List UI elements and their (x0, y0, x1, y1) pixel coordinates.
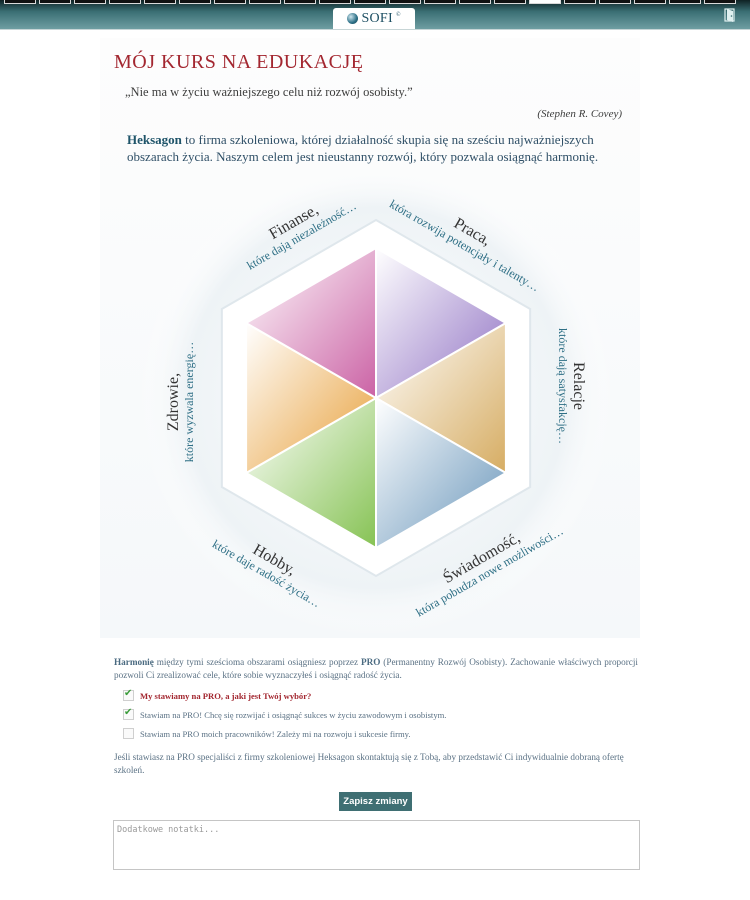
tab-slot[interactable] (4, 0, 36, 4)
contact-text: Jeśli stawiasz na PRO specjaliści z firm… (114, 752, 624, 775)
hexagon-graphic: Finanse, które dają niezależność… Praca, kt… (100, 176, 640, 638)
option-label-2: Stawiam na PRO! Chcę się rozwijać i osią… (140, 709, 447, 720)
checkbox-pro-choice[interactable] (123, 688, 134, 701)
tab-slot[interactable] (634, 0, 666, 4)
intro-paragraph: Heksagon to firma szkoleniowa, której dz… (127, 131, 627, 165)
tab-slot[interactable] (74, 0, 106, 4)
tab-slot[interactable] (284, 0, 316, 4)
tab-slot[interactable] (669, 0, 701, 4)
logo-text: SOFI (361, 10, 393, 26)
tab-slot[interactable] (109, 0, 141, 4)
hexagon-area-name: Relacje (570, 362, 587, 410)
tab-slot[interactable] (249, 0, 281, 4)
tab-slot[interactable] (354, 0, 386, 4)
quote-author: (Stephen R. Covey) (537, 108, 622, 120)
tab-strip (0, 0, 750, 4)
save-changes-button[interactable]: Zapisz zmiany (339, 792, 412, 811)
tab-slot[interactable] (459, 0, 491, 4)
tab-slot[interactable] (144, 0, 176, 4)
tab-slot[interactable] (704, 0, 736, 4)
description-pre: między tymi sześcioma obszarami osiągnie… (153, 657, 361, 667)
hexagon-area-name: Zdrowie, (165, 373, 182, 431)
intro-text: to firma szkoleniowa, której działalność… (127, 132, 599, 164)
description-pro: PRO (360, 657, 381, 667)
exit-door-icon[interactable] (722, 7, 738, 23)
option-row-3[interactable]: Stawiam na PRO moich pracowników! Zależy… (123, 728, 411, 739)
option-row-2[interactable]: Stawiam na PRO! Chcę się rozwijać i osią… (123, 707, 447, 720)
notes-textarea[interactable] (113, 820, 640, 870)
page-title: MÓJ KURS NA EDUKACJĘ (114, 51, 364, 73)
intro-brand: Heksagon (127, 132, 182, 147)
harmony-description: Harmonię między tymi sześcioma obszarami… (114, 656, 638, 682)
sofi-logo[interactable]: SOFI © (333, 8, 415, 29)
tab-slot[interactable] (214, 0, 246, 4)
quote-text: „Nie ma w życiu ważniejszego celu niż ro… (125, 85, 413, 99)
tab-slot[interactable] (529, 0, 561, 4)
tab-slot[interactable] (389, 0, 421, 4)
tab-slot[interactable] (319, 0, 351, 4)
hexagon-area-sub: które dają satysfakcję… (556, 328, 570, 444)
tab-slot[interactable] (564, 0, 596, 4)
tab-slot[interactable] (39, 0, 71, 4)
main-content-panel: MÓJ KURS NA EDUKACJĘ „Nie ma w życiu waż… (100, 38, 640, 638)
tab-slot[interactable] (494, 0, 526, 4)
option-label-3: Stawiam na PRO moich pracowników! Zależy… (140, 728, 411, 739)
option-row-1[interactable]: My stawiamy na PRO, a jaki jest Twój wyb… (123, 688, 312, 701)
globe-icon (347, 13, 359, 24)
hexagon-area-sub: które wyzwala energię… (182, 342, 196, 462)
checkbox-employees-development[interactable] (123, 728, 134, 739)
top-bar: SOFI © (0, 0, 750, 30)
option-label-1: My stawiamy na PRO, a jaki jest Twój wyb… (140, 690, 312, 701)
tab-slot[interactable] (179, 0, 211, 4)
hexagon-svg: Finanse,które dają niezależność… Praca,kt… (138, 176, 614, 636)
checkbox-personal-development[interactable] (123, 707, 134, 720)
description-bold: Harmonię (114, 657, 154, 667)
tab-slot[interactable] (599, 0, 631, 4)
tab-slot[interactable] (424, 0, 456, 4)
logo-copyright-mark: © (395, 12, 401, 18)
